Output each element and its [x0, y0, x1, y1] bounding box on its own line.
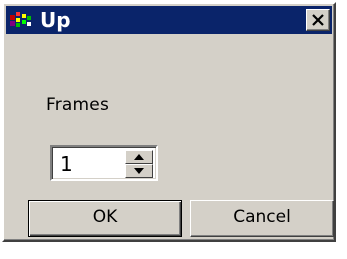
ok-button[interactable]: OK — [28, 200, 182, 237]
title-bar[interactable]: Up — [6, 6, 332, 34]
frames-input[interactable]: 1 — [60, 152, 73, 176]
close-icon — [312, 14, 324, 26]
spin-up-arrow-icon — [134, 154, 144, 160]
close-button[interactable] — [306, 9, 330, 31]
frames-stepper[interactable]: 1 — [50, 145, 158, 181]
cancel-button[interactable]: Cancel — [190, 200, 334, 237]
dialog-title: Up — [40, 8, 71, 32]
app-icon — [10, 12, 32, 28]
spin-down-button[interactable] — [125, 164, 153, 178]
up-dialog: Up Frames 1 OK Cancel — [2, 2, 336, 242]
spin-down-arrow-icon — [134, 168, 144, 174]
spin-up-button[interactable] — [125, 150, 153, 164]
frames-label: Frames — [46, 95, 110, 115]
